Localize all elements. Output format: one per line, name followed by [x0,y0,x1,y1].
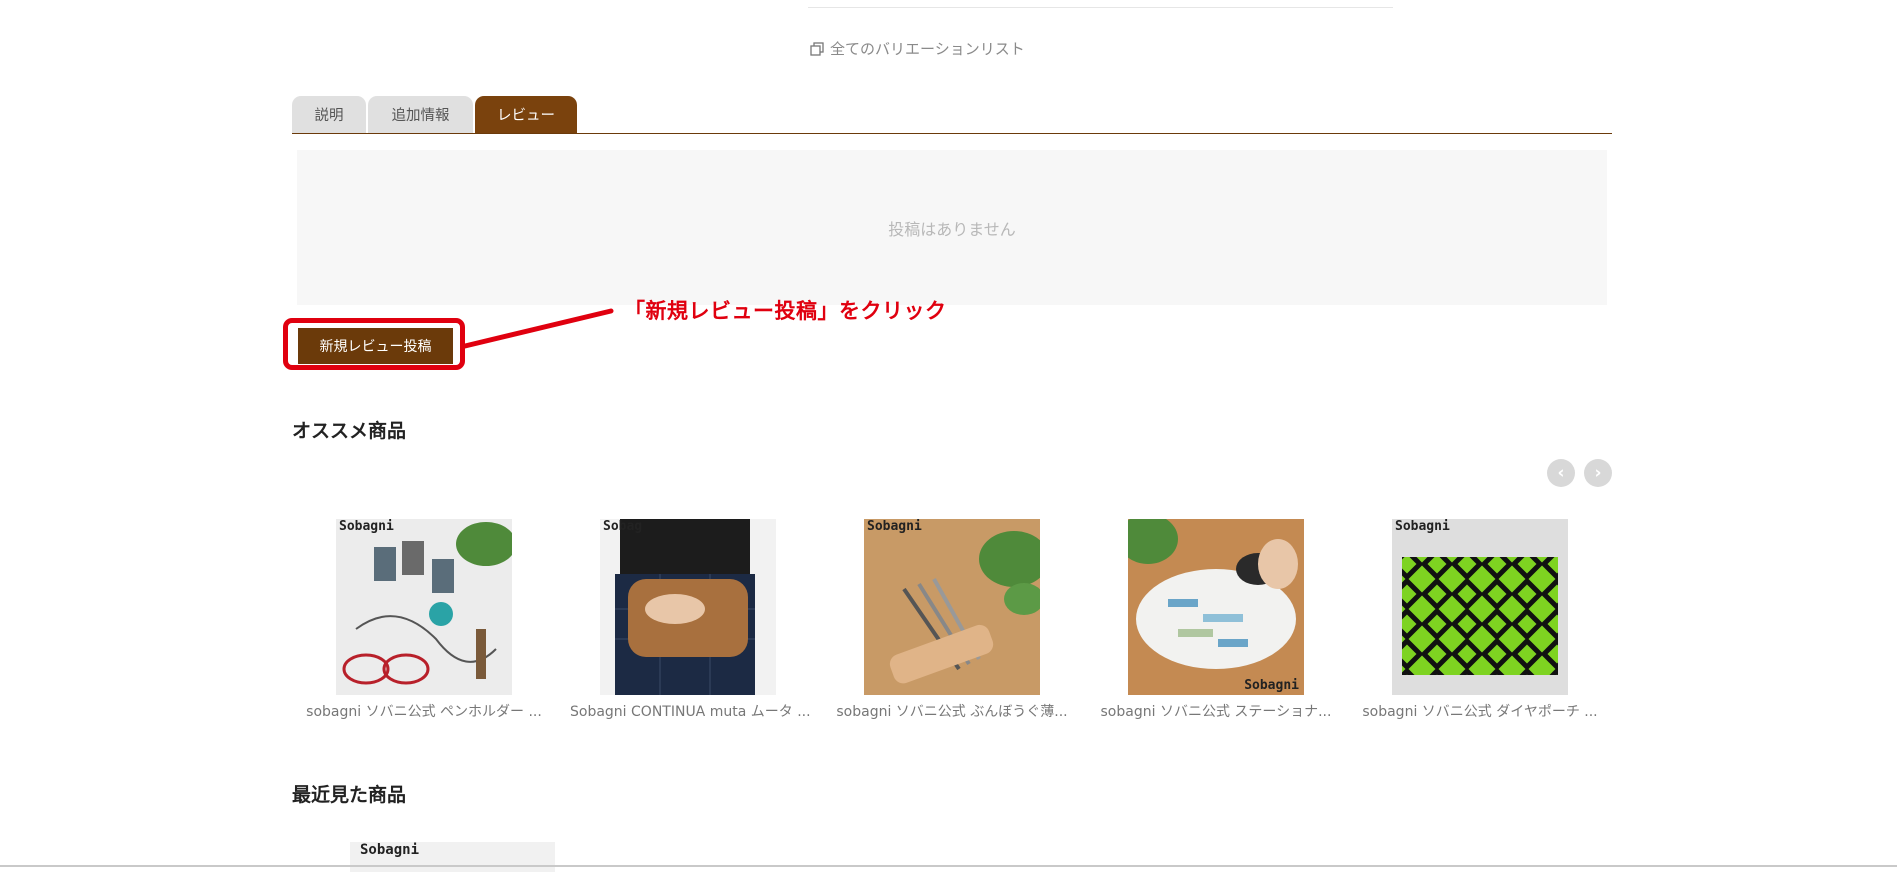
recent-product-image[interactable]: Sobagni [350,842,555,872]
product-image[interactable]: Sobagni [864,519,1040,695]
annotation-text: 「新規レビュー投稿」をクリック [624,299,947,323]
product-brand-logo: Sobagni [1244,678,1299,693]
recommended-title: オススメ商品 [292,420,407,442]
product-image[interactable]: Sobagni [336,519,512,695]
chevron-left-icon: ‹ [1557,463,1565,483]
product-brand-logo: Sobagni [1395,519,1450,534]
product-brand-logo: Sobag [603,519,643,534]
product-image[interactable]: Sobagni [1392,519,1568,695]
annotation-arrow-line [462,308,614,349]
chevron-right-icon: › [1594,463,1602,483]
product-brand-logo: Sobagni [867,519,922,534]
carousel-prev-button[interactable]: ‹ [1547,459,1575,487]
recently-viewed-title: 最近見た商品 [292,784,407,806]
carousel-next-button[interactable]: › [1584,459,1612,487]
product-name[interactable]: sobagni ソバニ公式 ダイヤポーチ ... [1362,701,1598,721]
product-name[interactable]: sobagni ソバニ公式 ぶんぼうぐ薄... [834,701,1070,721]
product-image[interactable]: Sobagni [1128,519,1304,695]
product-name[interactable]: Sobagni CONTINUA muta ムータ ... [570,701,811,721]
recent-product-brand-logo: Sobagni [360,842,420,858]
product-image[interactable]: Sobag [600,519,776,695]
product-name[interactable]: sobagni ソバニ公式 ステーショナ... [1098,701,1334,721]
product-brand-logo: Sobagni [339,519,394,534]
product-name[interactable]: sobagni ソバニ公式 ペンホルダー ... [306,701,542,721]
